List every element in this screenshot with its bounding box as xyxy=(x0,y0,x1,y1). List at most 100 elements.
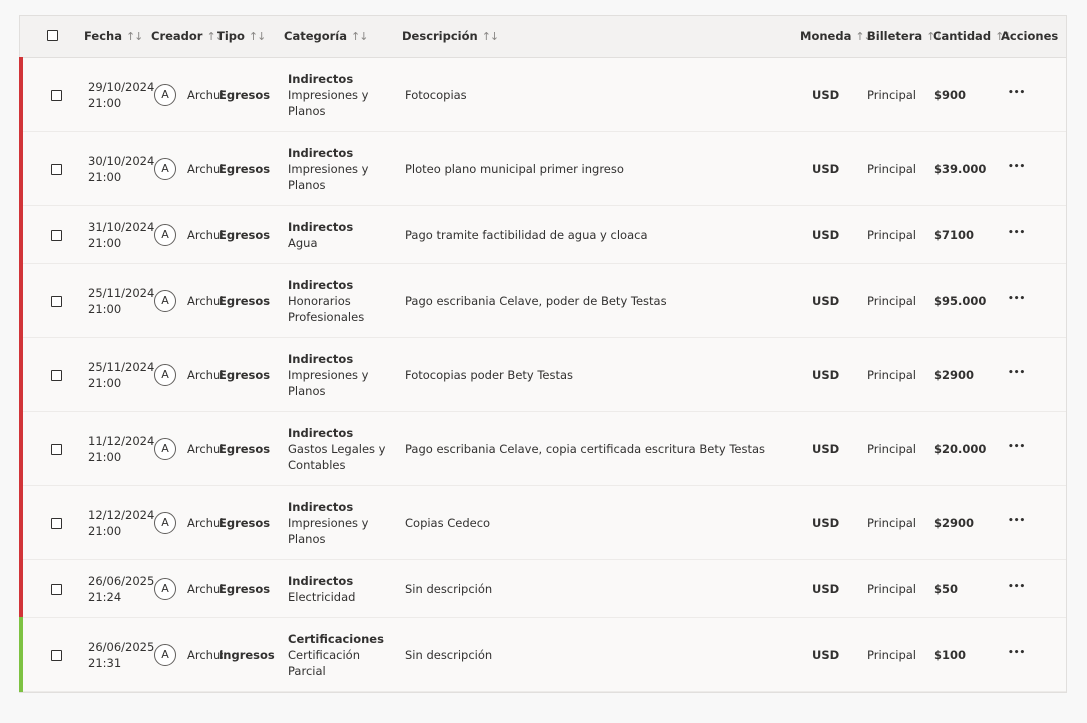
row-checkbox[interactable] xyxy=(51,649,62,661)
avatar: A xyxy=(154,157,176,180)
table-row[interactable]: 11/12/2024 21:00 A Archuby Egresos Indir… xyxy=(19,411,1066,486)
description: Fotocopias poder Bety Testas xyxy=(405,367,574,382)
category-sub-line: Planos xyxy=(288,177,326,192)
column-header-categoria[interactable]: Categoría ↑↓ xyxy=(284,29,368,43)
more-actions-button[interactable]: ••• xyxy=(1008,225,1025,241)
column-header-creador[interactable]: Creador ↑↓ xyxy=(151,29,224,43)
more-actions-button[interactable]: ••• xyxy=(1008,645,1025,661)
category-sub-line: Parcial xyxy=(288,663,326,678)
table-row[interactable]: 30/10/2024 21:00 A Archuby Egresos Indir… xyxy=(19,131,1066,206)
row-checkbox[interactable] xyxy=(51,89,62,101)
amount: $20.000 xyxy=(934,441,987,456)
category-cell: Indirectos Impresiones y Planos xyxy=(288,499,368,547)
column-label: Descripción xyxy=(402,29,478,43)
time-value: 21:00 xyxy=(88,375,122,390)
category-sub-line: Profesionales xyxy=(288,309,365,324)
creator-name: Archuby xyxy=(187,227,223,242)
currency: USD xyxy=(812,581,840,596)
category-sub-line: Impresiones y xyxy=(288,515,369,530)
more-actions-button[interactable]: ••• xyxy=(1008,439,1025,455)
type-label: Egresos xyxy=(219,227,271,242)
date-value: 29/10/2024 xyxy=(88,79,155,94)
creator-name: Archuby xyxy=(187,161,223,176)
avatar: A xyxy=(154,643,176,666)
more-actions-button[interactable]: ••• xyxy=(1008,159,1025,175)
table-row[interactable]: 29/10/2024 21:00 A Archuby Egresos Indir… xyxy=(19,57,1066,132)
category-sub-line: Impresiones y xyxy=(288,367,369,382)
amount: $95.000 xyxy=(934,293,987,308)
more-actions-button[interactable]: ••• xyxy=(1008,579,1025,595)
category-cell: Indirectos Agua xyxy=(288,219,353,251)
sort-icon: ↑↓ xyxy=(481,30,499,43)
category-sub-line: Planos xyxy=(288,531,326,546)
category-main: Indirectos xyxy=(288,277,354,292)
type-label: Egresos xyxy=(219,293,271,308)
currency: USD xyxy=(812,367,840,382)
row-checkbox[interactable] xyxy=(51,583,62,595)
time-value: 21:00 xyxy=(88,95,122,110)
more-actions-button[interactable]: ••• xyxy=(1008,85,1025,101)
sort-icon: ↑↓ xyxy=(125,30,143,43)
column-header-moneda[interactable]: Moneda ↑↓ xyxy=(800,29,873,43)
time-value: 21:24 xyxy=(88,589,122,604)
description: Copias Cedeco xyxy=(405,515,491,530)
table-row[interactable]: 31/10/2024 21:00 A Archuby Egresos Indir… xyxy=(19,205,1066,264)
time-value: 21:00 xyxy=(88,301,122,316)
avatar: A xyxy=(154,577,176,600)
table-row[interactable]: 26/06/2025 21:24 A Archuby Egresos Indir… xyxy=(19,559,1066,618)
time-value: 21:00 xyxy=(88,449,122,464)
column-label: Fecha xyxy=(84,29,122,43)
column-header-billetera[interactable]: Billetera ↑↓ xyxy=(867,29,944,43)
column-header-fecha[interactable]: Fecha ↑↓ xyxy=(84,29,143,43)
column-label: Categoría xyxy=(284,29,348,43)
row-checkbox[interactable] xyxy=(51,443,62,455)
category-main: Indirectos xyxy=(288,219,354,234)
more-actions-button[interactable]: ••• xyxy=(1008,291,1025,307)
date-cell: 26/06/2025 21:24 xyxy=(88,573,154,605)
category-sub-line: Electricidad xyxy=(288,589,356,604)
currency: USD xyxy=(812,515,840,530)
category-sub-line: Contables xyxy=(288,457,346,472)
table-row[interactable]: 25/11/2024 21:00 A Archuby Egresos Indir… xyxy=(19,263,1066,338)
wallet: Principal xyxy=(867,647,917,662)
select-all-checkbox[interactable] xyxy=(47,30,58,41)
currency: USD xyxy=(812,441,840,456)
column-label: Billetera xyxy=(867,29,923,43)
row-checkbox[interactable] xyxy=(51,229,62,241)
row-checkbox[interactable] xyxy=(51,295,62,307)
column-header-descripcion[interactable]: Descripción ↑↓ xyxy=(402,29,499,43)
wallet: Principal xyxy=(867,227,917,242)
category-cell: Indirectos Impresiones y Planos xyxy=(288,71,368,119)
more-actions-button[interactable]: ••• xyxy=(1008,365,1025,381)
row-checkbox[interactable] xyxy=(51,517,62,529)
column-header-cantidad[interactable]: Cantidad ↑↓ xyxy=(933,29,1013,43)
date-value: 30/10/2024 xyxy=(88,153,155,168)
type-label: Egresos xyxy=(219,161,271,176)
date-cell: 11/12/2024 21:00 xyxy=(88,433,154,465)
date-value: 25/11/2024 xyxy=(88,285,155,300)
column-header-tipo[interactable]: Tipo ↑↓ xyxy=(217,29,266,43)
category-main: Indirectos xyxy=(288,71,354,86)
time-value: 21:31 xyxy=(88,655,122,670)
creator-name: Archuby xyxy=(187,293,223,308)
avatar: A xyxy=(154,223,176,246)
row-checkbox[interactable] xyxy=(51,369,62,381)
table-row[interactable]: 12/12/2024 21:00 A Archuby Egresos Indir… xyxy=(19,485,1066,560)
description: Fotocopias xyxy=(405,87,467,102)
date-cell: 31/10/2024 21:00 xyxy=(88,219,154,251)
creator-name: Archuby xyxy=(187,581,223,596)
time-value: 21:00 xyxy=(88,235,122,250)
type-label: Egresos xyxy=(219,515,271,530)
table-row[interactable]: 26/06/2025 21:31 A Archuby Ingresos Cert… xyxy=(19,617,1066,692)
description: Sin descripción xyxy=(405,581,493,596)
currency: USD xyxy=(812,293,840,308)
date-value: 26/06/2025 xyxy=(88,573,155,588)
description: Pago escribania Celave, poder de Bety Te… xyxy=(405,293,667,308)
table-row[interactable]: 25/11/2024 21:00 A Archuby Egresos Indir… xyxy=(19,337,1066,412)
more-actions-button[interactable]: ••• xyxy=(1008,513,1025,529)
type-indicator-bar xyxy=(19,485,23,560)
category-sub-line: Certificación xyxy=(288,647,360,662)
type-indicator-bar xyxy=(19,411,23,486)
row-checkbox[interactable] xyxy=(51,163,62,175)
type-indicator-bar xyxy=(19,337,23,412)
